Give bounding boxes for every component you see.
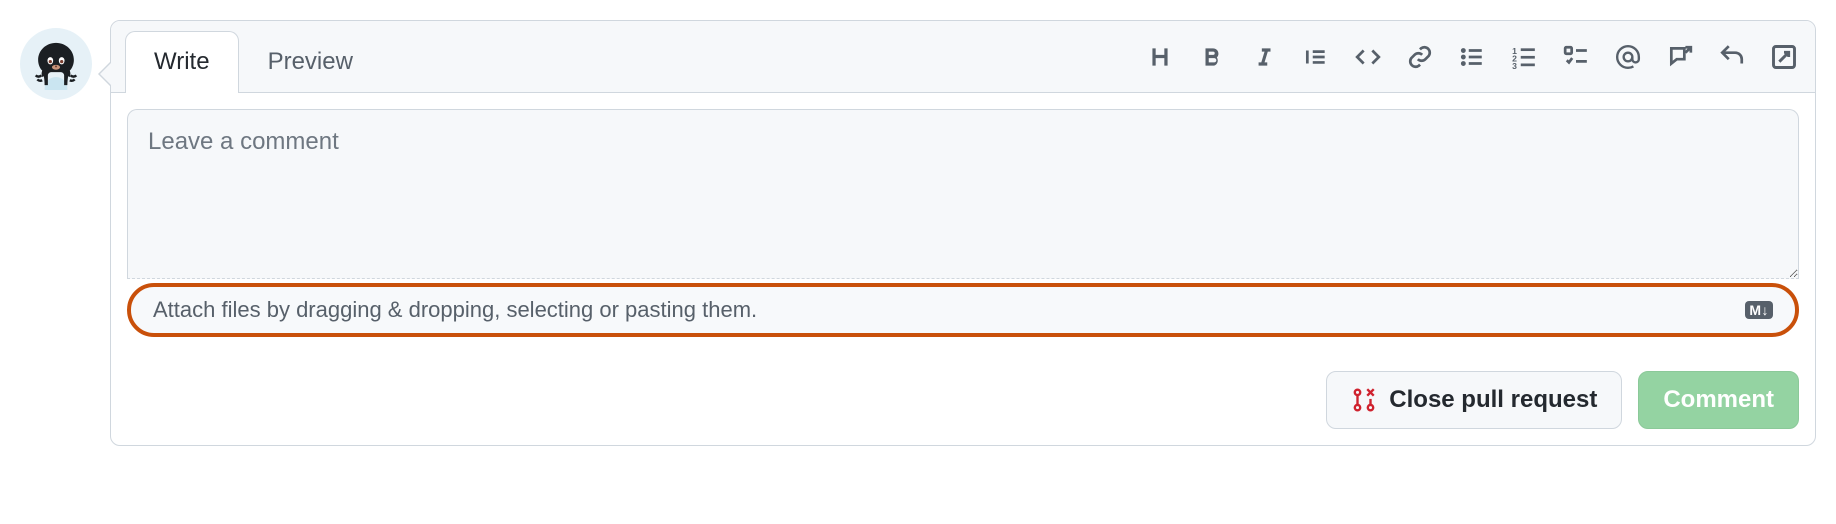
close-button-label: Close pull request [1389,386,1597,414]
comment-button-label: Comment [1663,386,1774,414]
svg-text:3: 3 [1512,60,1517,69]
ordered-list-icon[interactable]: 123 [1509,42,1539,72]
comment-header: Write Preview [111,21,1815,93]
fullscreen-icon[interactable] [1769,42,1799,72]
heading-icon[interactable] [1145,42,1175,72]
speech-pointer [98,62,110,86]
comment-button[interactable]: Comment [1638,371,1799,429]
comment-textarea[interactable] [127,109,1799,279]
git-pull-request-closed-icon [1351,387,1377,413]
tab-preview[interactable]: Preview [239,31,382,92]
markdown-toolbar: 123 [1145,42,1799,72]
unordered-list-icon[interactable] [1457,42,1487,72]
link-icon[interactable] [1405,42,1435,72]
attach-files-text: Attach files by dragging & dropping, sel… [153,297,757,323]
comment-box: Write Preview [110,20,1816,446]
tab-write[interactable]: Write [125,31,239,93]
user-avatar[interactable] [20,28,92,100]
task-list-icon[interactable] [1561,42,1591,72]
close-pull-request-button[interactable]: Close pull request [1326,371,1622,429]
italic-icon[interactable] [1249,42,1279,72]
reply-icon[interactable] [1717,42,1747,72]
cross-reference-icon[interactable] [1665,42,1695,72]
markdown-badge-icon[interactable]: M↓ [1745,301,1773,319]
code-icon[interactable] [1353,42,1383,72]
quote-icon[interactable] [1301,42,1331,72]
attach-files-bar[interactable]: Attach files by dragging & dropping, sel… [127,283,1799,337]
bold-icon[interactable] [1197,42,1227,72]
octocat-icon [30,38,82,90]
mention-icon[interactable] [1613,42,1643,72]
